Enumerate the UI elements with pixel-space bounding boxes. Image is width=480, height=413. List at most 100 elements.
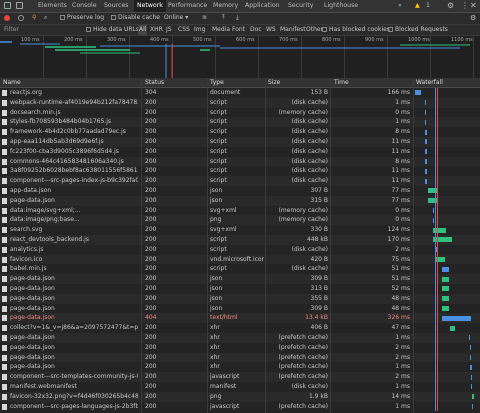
waterfall-bar[interactable] [433, 207, 435, 213]
request-row[interactable]: docsearch.min.js 200 script (memory cache) 0… [0, 107, 480, 118]
waterfall-bar[interactable] [424, 129, 427, 135]
request-row[interactable]: page-data.json 200 json 315 B 77 ms [0, 195, 480, 206]
waterfall-bar[interactable] [424, 158, 427, 164]
column-status-header[interactable]: Status [145, 78, 164, 87]
request-row[interactable]: webpack-runtime-af4019e94b212fa78478.js 2… [0, 97, 480, 108]
request-row[interactable]: page-data.json 200 json 313 B 52 ms [0, 284, 480, 294]
request-row[interactable]: page-data.json 200 json 355 B 48 ms [0, 293, 480, 304]
request-row[interactable]: component---src-pages-languages-js-2b3fb… [0, 401, 480, 412]
request-row[interactable]: app-data.json 200 json 307 B 77 ms [0, 186, 480, 196]
request-row[interactable]: data:image/png;base... 200 png (memory cach… [0, 215, 480, 226]
waterfall-bar[interactable] [470, 374, 473, 380]
network-conditions-icon[interactable]: ≋ [202, 13, 207, 23]
waterfall-bar[interactable] [471, 403, 473, 409]
request-row[interactable]: babel.min.js 200 script (disk cache) 51 ms [0, 264, 480, 275]
type-filter-manifest[interactable]: Manifest [280, 25, 306, 35]
request-row[interactable]: component---src-pages-index-js-b9c392fa0… [0, 176, 480, 186]
export-har-icon[interactable]: ⤓ [236, 13, 239, 23]
request-row[interactable]: framework-4b4d2c0bb77aadad79ec.js 200 scri… [0, 127, 480, 137]
settings-gear-icon[interactable]: ⚙ [447, 0, 454, 12]
type-filter-img[interactable]: Img [194, 25, 205, 35]
request-row[interactable]: page-data.json 200 xhr (prefetch cache) 1 ms [0, 362, 480, 373]
waterfall-bar[interactable] [442, 286, 449, 292]
tab-sources[interactable]: Sources [104, 0, 128, 12]
tab-application[interactable]: Application [245, 0, 280, 12]
blocked-requests-checkbox[interactable]: Blocked Requests [388, 25, 448, 35]
request-row[interactable]: styles-fb708593b484b04b1765.js 200 script (… [0, 117, 480, 128]
type-filter-doc[interactable]: Doc [250, 25, 262, 35]
type-filter-media[interactable]: Media [212, 25, 230, 35]
tab-performance[interactable]: Performance [168, 0, 207, 12]
waterfall-bar[interactable] [442, 296, 449, 302]
request-row[interactable]: favicon.ico 200 vnd.microsoft.icon 420 B 75 … [0, 254, 480, 265]
overview-timeline[interactable]: 100 ms 200 ms 300 ms 400 ms 500 ms 600 ms 700 … [0, 36, 480, 79]
hide-data-urls-checkbox[interactable]: Hide data URLs [86, 25, 139, 35]
type-filter-other[interactable]: Other [306, 25, 323, 35]
type-filter-ws[interactable]: WS [266, 25, 276, 35]
has-blocked-cookies-checkbox[interactable]: Has blocked cookies [322, 25, 390, 35]
request-row[interactable]: page-data.json 200 xhr (prefetch cache) 2 ms [0, 342, 480, 353]
waterfall-bar[interactable] [433, 217, 435, 223]
request-row[interactable]: collect?v=1&_v=j86&a=2097572477&t=pagevi… [0, 323, 480, 333]
waterfall-bar[interactable] [471, 394, 474, 400]
tab-memory[interactable]: Memory [213, 0, 238, 12]
waterfall-bar[interactable] [424, 100, 427, 106]
request-row[interactable]: analytics.js 200 script (disk cache) 2 ms [0, 244, 480, 255]
request-row[interactable]: manifest.webmanifest 200 manifest (disk cac… [0, 382, 480, 392]
request-row[interactable]: app-eaa114db5ab3d69d9e6f.js 200 script (dis… [0, 137, 480, 147]
tab-security[interactable]: Security [288, 0, 313, 12]
waterfall-bar[interactable] [470, 384, 473, 390]
waterfall-bar[interactable] [424, 119, 427, 125]
waterfall-bar[interactable] [470, 364, 472, 370]
waterfall-bar[interactable] [442, 305, 449, 311]
clear-icon[interactable] [18, 15, 24, 21]
inspect-element-icon[interactable] [4, 2, 11, 9]
type-filter-font[interactable]: Font [232, 25, 245, 35]
request-row[interactable]: reactjs.org 304 document 153 B 166 ms [0, 88, 480, 98]
record-icon[interactable] [4, 15, 10, 21]
request-row[interactable]: page-data.json 200 json 309 B 51 ms [0, 274, 480, 284]
filter-toggle-icon[interactable]: ⚲ [32, 13, 36, 23]
type-filter-all[interactable]: All [138, 25, 148, 35]
column-type-header[interactable]: Type [210, 78, 224, 87]
waterfall-bar[interactable] [414, 90, 422, 96]
request-row[interactable]: 3a8f09252b6028bebf8ac638011556f5861674..… [0, 166, 480, 177]
request-row[interactable]: react_devtools_backend.js 200 script 448 kB… [0, 235, 480, 245]
tab-network[interactable]: Network [134, 0, 166, 12]
disable-cache-checkbox[interactable]: Disable cache [111, 13, 160, 23]
column-size-header[interactable]: Size [268, 78, 280, 87]
waterfall-bar[interactable] [424, 168, 428, 174]
request-row[interactable]: favicon-32x32.png?v=f4d46f030265b4c48a05… [0, 391, 480, 402]
request-row[interactable]: component---src-templates-community-js-0… [0, 372, 480, 382]
request-row[interactable]: page-data.json 200 xhr (prefetch cache) 1 ms [0, 333, 480, 343]
more-options-icon[interactable]: ⋮ [461, 0, 469, 12]
request-row[interactable]: page-data.json 200 json 309 B 48 ms [0, 303, 480, 314]
warning-icon[interactable]: ▲ [415, 0, 420, 12]
column-name-header[interactable]: Name [3, 78, 21, 87]
import-har-icon[interactable]: ⤒ [222, 13, 225, 23]
type-filter-xhr[interactable]: XHR [150, 25, 163, 35]
request-row[interactable]: data:image/svg+xml;... 200 svg+xml (memory … [0, 205, 480, 216]
search-icon[interactable]: ⌕ [44, 13, 47, 23]
waterfall-bar[interactable] [424, 139, 428, 145]
type-filter-js[interactable]: JS [166, 25, 172, 35]
waterfall-bar[interactable] [424, 109, 426, 115]
waterfall-bar[interactable] [449, 325, 455, 331]
column-time-header[interactable]: Time [334, 78, 349, 87]
waterfall-bar[interactable] [469, 335, 471, 341]
request-row[interactable]: page-data.json 200 xhr (prefetch cache) 2 ms [0, 352, 480, 363]
type-filter-css[interactable]: CSS [178, 25, 190, 35]
request-row[interactable]: search.svg 200 svg+xml 330 B 124 ms [0, 225, 480, 235]
waterfall-bar[interactable] [442, 315, 471, 321]
close-devtools-icon[interactable]: ✕ [470, 0, 477, 12]
waterfall-bar[interactable] [424, 178, 428, 184]
tab-elements[interactable]: Elements [38, 0, 67, 12]
request-row[interactable]: page-data.json 404 text/html 13.4 kB 326 ms [0, 313, 480, 324]
waterfall-bar[interactable] [469, 354, 471, 360]
network-settings-icon[interactable]: ⚙ [470, 13, 476, 23]
request-row[interactable]: fc223f00-cba3d9005c3896f6d5d4.js 200 scrip… [0, 146, 480, 157]
waterfall-bar[interactable] [442, 266, 449, 272]
waterfall-bar[interactable] [424, 149, 428, 155]
preserve-log-checkbox[interactable]: Preserve log [60, 13, 104, 23]
device-toolbar-icon[interactable] [16, 2, 23, 9]
